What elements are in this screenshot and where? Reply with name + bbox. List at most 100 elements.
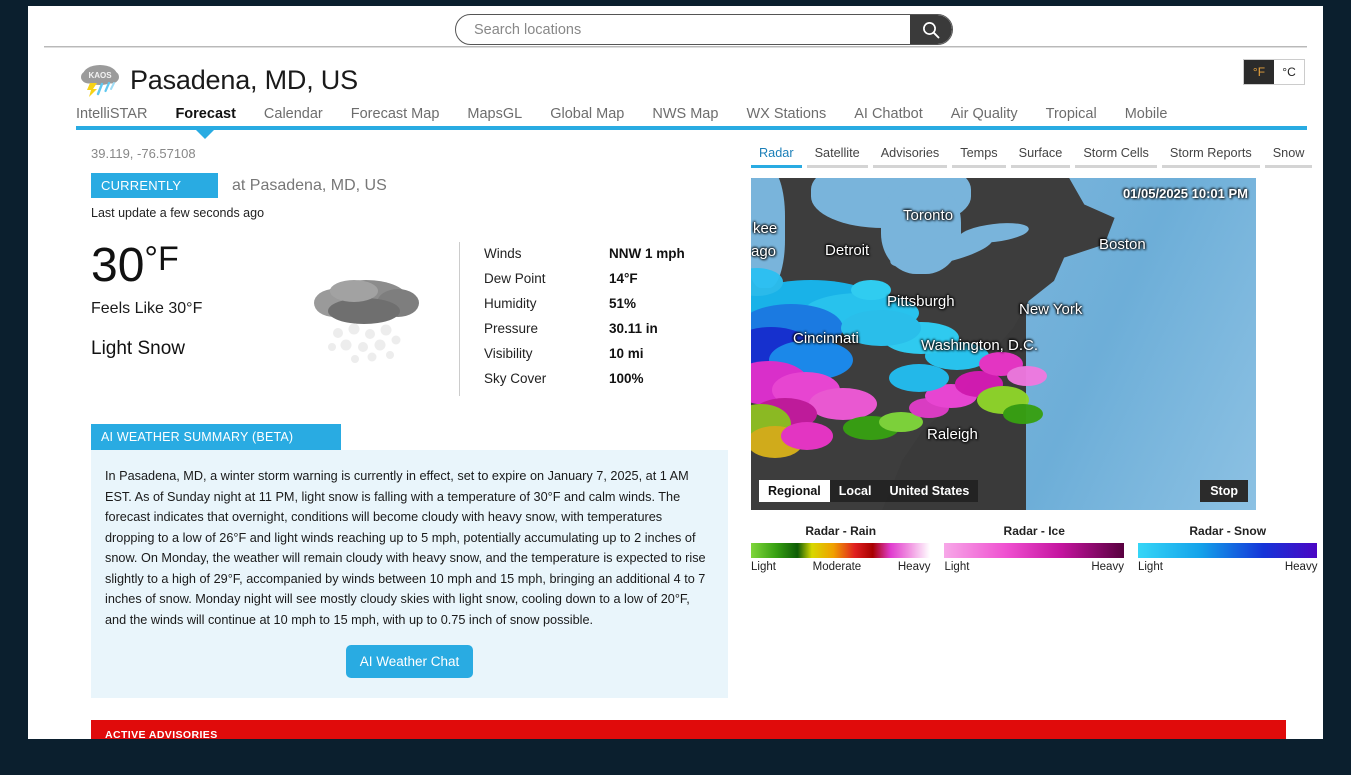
left-column: 39.119, -76.57108 CURRENTLY at Pasadena,… <box>44 130 728 698</box>
observation-label: Visibility <box>484 346 533 361</box>
unit-fahrenheit-button[interactable]: °F <box>1244 60 1274 84</box>
map-scope-local[interactable]: Local <box>830 480 881 502</box>
observation-label: Sky Cover <box>484 371 547 386</box>
temperature-unit: °F <box>144 240 179 278</box>
unit-celsius-button[interactable]: °C <box>1274 60 1304 84</box>
ai-summary-heading: AI WEATHER SUMMARY (BETA) <box>91 424 341 450</box>
ai-summary-text: In Pasadena, MD, a winter storm warning … <box>105 469 706 628</box>
map-label-new-york: New York <box>1019 301 1083 318</box>
radar-tab-surface[interactable]: Surface <box>1010 146 1071 168</box>
right-column: Radar Satellite Advisories Temps Surface Stor… <box>728 130 1318 698</box>
ai-chat-button-wrap: AI Weather Chat <box>105 631 714 688</box>
legend-label: Light <box>1137 561 1163 573</box>
window-frame: KAOS Pasadena, MD, US °F °C IntelliSTARF… <box>0 0 1351 775</box>
advisory-heading: ACTIVE ADVISORIES <box>105 728 218 739</box>
legend-title: Radar - Rain <box>805 524 877 538</box>
observation-value: 100% <box>609 371 644 386</box>
currently-badge: CURRENTLY <box>91 173 218 198</box>
radar-tab-storm-reports[interactable]: Storm Reports <box>1161 146 1260 168</box>
legend-radar-rain: Radar - Rain Light Moderate Heavy <box>751 524 931 573</box>
current-condition: Light Snow <box>91 338 186 359</box>
radar-tab-temps[interactable]: Temps <box>952 146 1006 168</box>
kaos-logo-icon: KAOS <box>81 65 119 97</box>
legend-label: Light <box>751 561 776 573</box>
legend-labels: Light Moderate Heavy <box>751 561 930 573</box>
currently-row: CURRENTLY at Pasadena, MD, US <box>91 173 728 198</box>
current-conditions: 30°F Feels Like 30°F Light Snow Winds NN… <box>91 242 728 396</box>
radar-tab-radar[interactable]: Radar <box>751 146 802 168</box>
observation-value: 30.11 in <box>609 321 658 336</box>
main-navigation: IntelliSTAR Forecast Calendar Forecast Map M… <box>28 100 1323 139</box>
observation-row: Dew Point 14°F <box>484 271 685 286</box>
observation-value: NNW 1 mph <box>609 246 685 261</box>
ai-summary-panel: In Pasadena, MD, a winter storm warning … <box>91 450 728 698</box>
observation-row: Sky Cover 100% <box>484 371 685 386</box>
snow-cloud-icon <box>314 279 419 363</box>
observation-value: 10 mi <box>609 346 644 361</box>
legend-gradient-bar <box>751 543 931 558</box>
current-temp-block: 30°F Feels Like 30°F Light Snow <box>91 242 291 396</box>
legend-radar-ice: Radar - Ice Light Heavy <box>944 524 1124 573</box>
observation-row: Humidity 51% <box>484 296 685 311</box>
observation-label: Humidity <box>484 296 537 311</box>
map-label-cincinnati: Cincinnati <box>793 330 859 347</box>
at-location-label: at Pasadena, MD, US <box>232 176 387 194</box>
legend-label: Light <box>944 561 970 573</box>
radar-tab-bar: Radar Satellite Advisories Temps Surface Stor… <box>746 146 1317 168</box>
observation-label: Dew Point <box>484 271 546 286</box>
legend-labels: Light Heavy <box>944 561 1123 573</box>
map-label-toronto: Toronto <box>903 207 954 224</box>
legend-label: Moderate <box>812 561 862 573</box>
observation-label: Pressure <box>484 321 539 336</box>
last-update-text: Last update a few seconds ago <box>91 206 265 220</box>
map-label-ago: ago <box>751 243 777 260</box>
title-row: KAOS Pasadena, MD, US °F °C <box>28 48 1323 100</box>
weather-page: KAOS Pasadena, MD, US °F °C IntelliSTARF… <box>28 6 1323 739</box>
current-temperature: 30°F <box>91 242 291 290</box>
legend-gradient-bar <box>1137 543 1318 558</box>
map-scope-regional[interactable]: Regional <box>759 480 830 502</box>
map-label-detroit: Detroit <box>825 242 870 259</box>
legend-label: Heavy <box>897 561 931 573</box>
search-input[interactable] <box>456 20 910 39</box>
ai-weather-chat-button[interactable]: AI Weather Chat <box>345 644 474 678</box>
active-advisory-banner[interactable]: ACTIVE ADVISORIES Winter Storm Warning u… <box>91 719 1286 739</box>
search-icon <box>923 21 940 38</box>
observation-row: Winds NNW 1 mph <box>484 246 685 261</box>
legend-title: Radar - Ice <box>1003 524 1065 538</box>
observation-value: 51% <box>609 296 637 311</box>
map-label-kee: kee <box>753 220 778 237</box>
search-button[interactable] <box>910 15 952 44</box>
map-label-washington-d-c-: Washington, D.C. <box>921 337 1038 354</box>
radar-tab-storm-cells[interactable]: Storm Cells <box>1075 146 1157 168</box>
current-weather-icon-wrap <box>291 242 441 396</box>
coordinates: 39.119, -76.57108 <box>91 146 196 161</box>
radar-tab-satellite[interactable]: Satellite <box>806 146 868 168</box>
feels-like: Feels Like 30°F <box>91 300 203 317</box>
radar-map[interactable]: 01/05/2025 10:01 PM Toronto Detroit Boston… <box>751 178 1256 510</box>
svg-text:KAOS: KAOS <box>88 71 112 80</box>
observation-row: Visibility 10 mi <box>484 346 685 361</box>
observation-label: Winds <box>484 246 522 261</box>
search-box[interactable] <box>455 14 953 45</box>
radar-tab-snow[interactable]: Snow <box>1264 146 1313 168</box>
legend-labels: Light Heavy <box>1138 561 1317 573</box>
map-scope-united-states[interactable]: United States <box>880 480 978 502</box>
temperature-unit-toggle[interactable]: °F °C <box>1243 59 1305 85</box>
observation-value: 14°F <box>609 271 638 286</box>
observation-row: Pressure 30.11 in <box>484 321 685 336</box>
legend-label: Heavy <box>1091 561 1124 573</box>
radar-timestamp: 01/05/2025 10:01 PM <box>1122 186 1248 201</box>
search-bar-row <box>28 6 1323 46</box>
radar-legends: Radar - Rain Light Moderate Heavy Radar - Ic… <box>751 524 1318 573</box>
radar-play-stop-button[interactable]: Stop <box>1200 480 1248 502</box>
map-scope-selector[interactable]: Regional Local United States <box>759 480 979 502</box>
radar-tab-advisories[interactable]: Advisories <box>872 146 948 168</box>
temperature-value: 30 <box>91 239 145 292</box>
legend-radar-snow: Radar - Snow Light Heavy <box>1137 524 1318 573</box>
nav-underline <box>76 126 1307 139</box>
nav-active-caret <box>196 130 214 139</box>
map-label-raleigh: Raleigh <box>927 426 978 443</box>
observations-table: Winds NNW 1 mph Dew Point 14°F Humidity 51% Pr… <box>459 242 685 396</box>
map-label-pittsburgh: Pittsburgh <box>887 293 955 310</box>
